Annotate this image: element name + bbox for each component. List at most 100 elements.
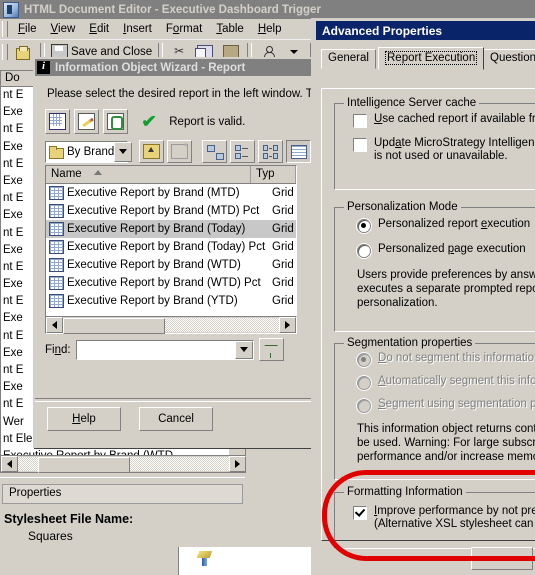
improve-performance-row[interactable]: Improve performance by not preser (Alter… bbox=[353, 505, 535, 531]
personalized-page-execution-radio[interactable] bbox=[357, 244, 371, 258]
list-view-button[interactable] bbox=[230, 140, 255, 163]
hscroll-thumb[interactable] bbox=[63, 318, 165, 334]
wizard-navigation-row: By Brand bbox=[45, 140, 311, 163]
report-execution-page: Intelligence Server cache Use cached rep… bbox=[321, 88, 535, 549]
automatically-segment-radio bbox=[357, 376, 371, 390]
folder-combo[interactable]: By Brand bbox=[45, 140, 133, 163]
details-view-button[interactable] bbox=[286, 140, 311, 163]
advanced-properties-title: Advanced Properties bbox=[322, 23, 443, 38]
use-cached-report-checkbox[interactable] bbox=[353, 114, 367, 128]
hscroll-track[interactable] bbox=[63, 318, 279, 334]
folder-combo-dropdown-button[interactable] bbox=[114, 141, 133, 162]
toolbar-grip[interactable] bbox=[2, 44, 8, 60]
cancel-button[interactable]: Cancel bbox=[139, 407, 213, 431]
wizard-titlebar[interactable]: Information Object Wizard - Report bbox=[35, 59, 316, 76]
do-not-segment-row: Do not segment this information obj bbox=[357, 352, 535, 367]
scroll-left-arrow-icon bbox=[52, 321, 57, 329]
scroll-left-button[interactable] bbox=[46, 317, 63, 333]
scroll-left-arrow-icon bbox=[7, 460, 12, 468]
improve-performance-label-line2: (Alternative XSL stylesheet can be bbox=[374, 518, 535, 530]
find-row: Find: bbox=[45, 338, 284, 361]
chevron-down-icon bbox=[290, 48, 299, 56]
grid-report-icon bbox=[49, 294, 64, 308]
large-icons-view-button[interactable] bbox=[202, 140, 227, 163]
update-intelligence-server-checkbox[interactable] bbox=[353, 138, 367, 152]
report-name: Executive Report by Brand (YTD) bbox=[67, 295, 238, 307]
report-name: Executive Report by Brand (Today) bbox=[67, 223, 246, 235]
funnel-filter-icon bbox=[265, 346, 277, 358]
tab-question-objects[interactable]: Question Obje bbox=[483, 49, 535, 69]
tab-report-execution[interactable]: Report Execution bbox=[378, 47, 485, 70]
new-folder-button[interactable] bbox=[167, 140, 192, 163]
stylesheet-file-name-value[interactable]: Squares bbox=[0, 526, 245, 543]
grid-report-icon bbox=[49, 186, 64, 200]
filter-button[interactable] bbox=[258, 338, 284, 361]
report-type: Grid bbox=[272, 241, 294, 253]
edit-report-button[interactable] bbox=[74, 109, 99, 134]
up-one-level-button[interactable] bbox=[139, 140, 164, 163]
segmentation-properties-title: Segmentation properties bbox=[344, 337, 476, 349]
large-icons-view-icon bbox=[207, 145, 224, 160]
grid-report-icon bbox=[49, 240, 64, 254]
update-intelligence-server-row[interactable]: Update MicroStrategy Intelligence S is n… bbox=[353, 137, 535, 163]
column-header-type[interactable]: Typ bbox=[251, 166, 296, 183]
menu-help[interactable]: Help bbox=[251, 21, 289, 37]
wizard-action-row: ✔ Report is valid. bbox=[45, 109, 245, 134]
tab-general[interactable]: General bbox=[321, 49, 376, 69]
advanced-properties-ok-button[interactable] bbox=[471, 547, 533, 570]
menu-file[interactable]: File bbox=[11, 21, 44, 37]
scroll-right-arrow-icon bbox=[235, 460, 240, 468]
find-dropdown-button[interactable] bbox=[234, 340, 253, 359]
personalized-page-execution-row[interactable]: Personalized page execution bbox=[357, 243, 535, 258]
segment-using-prompt-row: Segment using segmentation promp bbox=[357, 398, 535, 413]
hscroll-track[interactable] bbox=[18, 457, 229, 473]
table-row[interactable]: Executive Report by Brand (YTD) Grid bbox=[46, 292, 296, 310]
automatically-segment-label: Automatically segment this informati bbox=[378, 375, 535, 387]
small-icons-view-button[interactable] bbox=[258, 140, 283, 163]
grid-report-icon bbox=[49, 258, 64, 272]
menu-format[interactable]: Format bbox=[159, 21, 209, 37]
table-row[interactable]: Executive Report by Brand (WTD) Grid bbox=[46, 256, 296, 274]
segmentation-note-line-1: This information object returns conter bbox=[357, 423, 535, 435]
personalized-report-execution-row[interactable]: Personalized report execution bbox=[357, 218, 535, 233]
scroll-right-button[interactable] bbox=[229, 456, 246, 472]
find-input[interactable] bbox=[75, 339, 254, 360]
view-grid-report-button[interactable] bbox=[45, 109, 70, 134]
personalization-mode-group: Personalization Mode Personalized report… bbox=[334, 201, 535, 332]
menu-edit[interactable]: Edit bbox=[82, 21, 116, 37]
scroll-right-arrow-icon bbox=[285, 321, 290, 329]
column-header-name[interactable]: Name bbox=[46, 166, 251, 183]
report-type: Grid bbox=[272, 277, 294, 289]
use-cached-report-row[interactable]: Use cached report if available from bbox=[353, 113, 535, 128]
new-folder-icon bbox=[171, 141, 188, 159]
advanced-properties-window: Advanced Properties General Report Execu… bbox=[311, 18, 535, 575]
refresh-icon bbox=[107, 113, 124, 130]
advanced-properties-titlebar[interactable]: Advanced Properties bbox=[316, 21, 535, 40]
report-list[interactable]: Name Typ Executive Report by Brand (MTD)… bbox=[45, 165, 297, 318]
table-row[interactable]: Executive Report by Brand (Today) Pct Gr… bbox=[46, 238, 296, 256]
refresh-report-button[interactable] bbox=[103, 109, 128, 134]
report-name: Executive Report by Brand (WTD) bbox=[67, 259, 241, 271]
document-list-hscrollbar[interactable] bbox=[0, 455, 246, 473]
menu-view[interactable]: View bbox=[44, 21, 83, 37]
table-row[interactable]: Executive Report by Brand (WTD) Pct Grid bbox=[46, 274, 296, 292]
personalization-note-line-1: Users provide preferences by answerin bbox=[357, 269, 535, 281]
table-row[interactable]: Executive Report by Brand (MTD) Pct Grid bbox=[46, 202, 296, 220]
intelligence-server-cache-title: Intelligence Server cache bbox=[344, 97, 480, 109]
hscroll-thumb[interactable] bbox=[38, 457, 130, 473]
menu-table[interactable]: Table bbox=[209, 21, 251, 37]
stylesheet-file-name-label: Stylesheet File Name: bbox=[4, 512, 134, 526]
scroll-left-button[interactable] bbox=[1, 456, 18, 472]
improve-performance-checkbox[interactable] bbox=[353, 506, 367, 520]
open-folder-icon bbox=[16, 45, 32, 60]
scroll-right-button[interactable] bbox=[279, 317, 296, 333]
personalized-report-execution-radio[interactable] bbox=[357, 219, 371, 233]
table-row[interactable]: Executive Report by Brand (MTD) Grid bbox=[46, 184, 296, 202]
grid-report-icon bbox=[49, 204, 64, 218]
help-button[interactable]: Help bbox=[47, 407, 121, 431]
table-row-selected[interactable]: Executive Report by Brand (Today) Grid bbox=[46, 220, 296, 238]
menu-insert[interactable]: Insert bbox=[116, 21, 159, 37]
report-type: Grid bbox=[272, 205, 294, 217]
report-list-hscrollbar[interactable] bbox=[45, 316, 297, 334]
menubar-grip[interactable] bbox=[2, 21, 8, 37]
